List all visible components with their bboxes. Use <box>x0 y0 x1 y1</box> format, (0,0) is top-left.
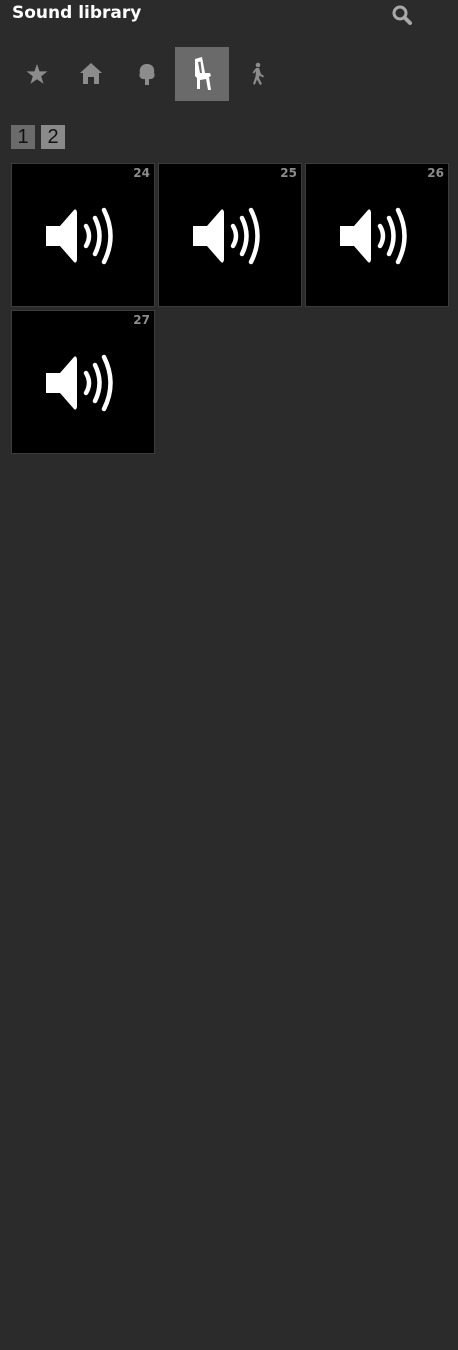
speaker-icon <box>46 354 113 412</box>
header: Sound library <box>0 0 458 30</box>
tab-furniture[interactable] <box>175 47 229 101</box>
home-icon <box>80 63 102 84</box>
star-icon <box>26 64 48 84</box>
search-icon <box>392 5 412 25</box>
sound-number: 27 <box>133 313 150 327</box>
sound-number: 25 <box>280 166 297 180</box>
sound-tile[interactable]: 26 <box>305 163 449 307</box>
tree-icon <box>139 64 155 85</box>
page-2-button[interactable]: 2 <box>41 125 65 149</box>
sound-number: 26 <box>427 166 444 180</box>
sound-tile[interactable]: 24 <box>11 163 155 307</box>
walking-person-icon <box>252 62 264 85</box>
tab-home[interactable] <box>64 47 118 101</box>
sound-number: 24 <box>133 166 150 180</box>
tab-people[interactable] <box>230 47 284 101</box>
sound-tile[interactable]: 27 <box>11 310 155 454</box>
speaker-icon <box>340 207 407 265</box>
speaker-icon <box>193 207 260 265</box>
tab-nature[interactable] <box>120 47 174 101</box>
chair-icon <box>195 57 211 90</box>
page-1-button[interactable]: 1 <box>11 125 35 149</box>
tab-favorites[interactable] <box>10 47 64 101</box>
speaker-icon <box>46 207 113 265</box>
sound-tile[interactable]: 25 <box>158 163 302 307</box>
search-button[interactable] <box>390 4 414 28</box>
page-title: Sound library <box>12 3 142 23</box>
